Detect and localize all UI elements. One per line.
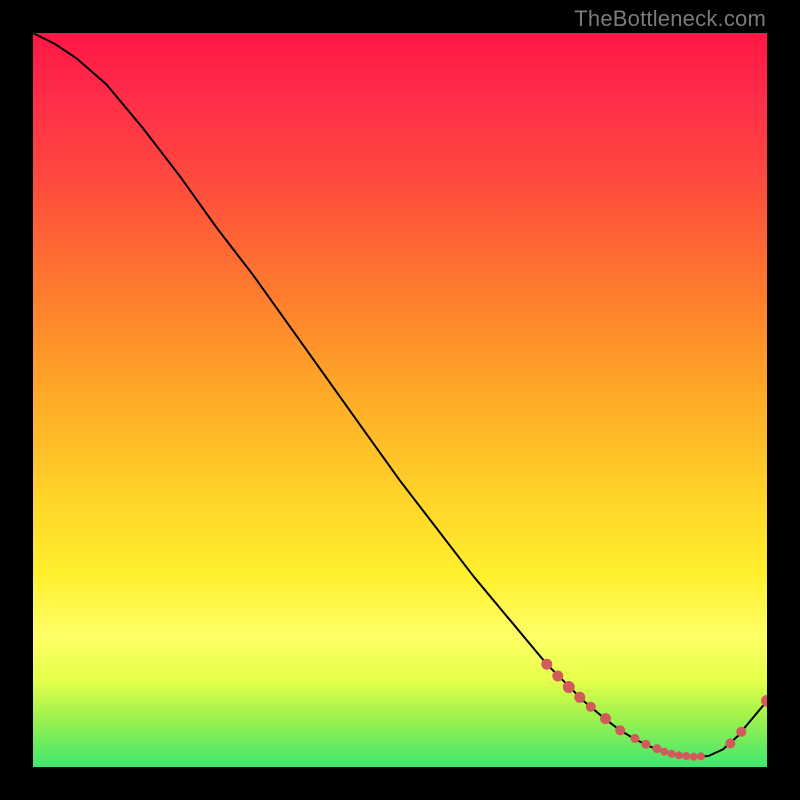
- data-marker: [675, 751, 683, 759]
- attribution-watermark: TheBottleneck.com: [574, 6, 766, 32]
- data-marker: [761, 695, 767, 707]
- data-marker: [736, 727, 746, 737]
- data-marker: [682, 752, 690, 760]
- data-marker: [725, 739, 735, 749]
- data-marker: [668, 750, 676, 758]
- bottleneck-curve: [33, 33, 767, 757]
- curve-markers: [541, 659, 767, 761]
- data-marker: [600, 713, 611, 724]
- data-marker: [563, 681, 575, 693]
- data-marker: [690, 753, 698, 761]
- data-marker: [615, 725, 625, 735]
- data-marker: [652, 744, 661, 753]
- data-marker: [660, 748, 668, 756]
- chart-svg: [33, 33, 767, 767]
- data-marker: [586, 702, 596, 712]
- plot-area: [33, 33, 767, 767]
- data-marker: [697, 752, 705, 760]
- data-marker: [574, 692, 585, 703]
- data-marker: [641, 740, 650, 749]
- data-marker: [541, 659, 552, 670]
- data-marker: [552, 671, 563, 682]
- chart-frame: TheBottleneck.com: [0, 0, 800, 800]
- data-marker: [630, 734, 639, 743]
